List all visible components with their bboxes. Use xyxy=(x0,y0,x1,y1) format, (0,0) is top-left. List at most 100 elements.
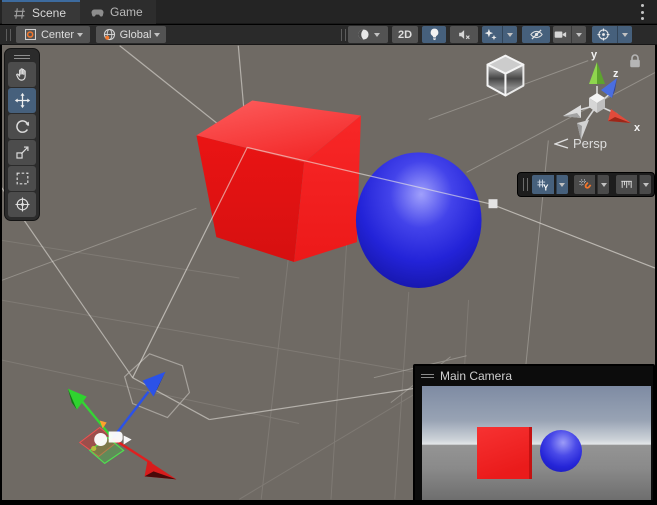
hidden-objects-toggle[interactable] xyxy=(522,26,550,43)
gizmos-toggle[interactable] xyxy=(592,26,614,43)
tool-hand[interactable] xyxy=(8,62,36,87)
2d-toggle[interactable]: 2D xyxy=(392,26,418,43)
persp-cone-icon xyxy=(554,138,569,149)
svg-text:Y: Y xyxy=(544,183,550,192)
increment-snap-ruler-icon xyxy=(619,177,634,192)
axis-x-cone[interactable] xyxy=(608,109,631,123)
gamepad-icon xyxy=(90,5,105,20)
grid-visibility-caret[interactable] xyxy=(556,175,568,194)
tab-scene[interactable]: Scene xyxy=(2,0,80,24)
light-bulb-icon xyxy=(427,27,442,42)
blue-sphere[interactable] xyxy=(356,152,482,288)
camera-preview-title: Main Camera xyxy=(440,369,512,383)
transform-icon xyxy=(14,196,31,213)
orientation-dropdown[interactable]: Global xyxy=(96,26,166,43)
globe-icon xyxy=(102,27,117,42)
speaker-muted-icon xyxy=(457,27,472,42)
red-cube[interactable] xyxy=(196,101,360,263)
projection-toggle[interactable]: Persp xyxy=(554,136,607,151)
tools-overlay xyxy=(4,48,40,221)
pivot-dropdown[interactable]: Center xyxy=(16,26,90,43)
rect-tool-icon xyxy=(14,170,31,187)
grid-visibility-button[interactable]: Y xyxy=(532,175,553,194)
effects-toggle[interactable] xyxy=(482,26,499,43)
move-gizmo-y-arrow[interactable] xyxy=(68,389,113,439)
axis-label-y: y xyxy=(591,49,598,61)
reflection-probe-gizmo[interactable] xyxy=(488,56,524,96)
scale-icon xyxy=(14,144,31,161)
chevron-down-icon xyxy=(622,33,628,37)
tool-transform[interactable] xyxy=(8,192,36,217)
gizmos-caret[interactable] xyxy=(617,26,632,43)
tab-bar: Scene Game xyxy=(0,0,657,24)
camera-settings-dropdown[interactable] xyxy=(553,26,586,43)
lighting-toggle[interactable] xyxy=(422,26,446,43)
orientation-label: Global xyxy=(120,29,152,41)
chevron-down-icon xyxy=(507,33,513,37)
increment-snap-caret[interactable] xyxy=(639,175,651,194)
preview-red-cube xyxy=(477,427,532,479)
2d-label: 2D xyxy=(398,29,412,41)
grid-snap-overlay: Y xyxy=(517,172,655,197)
axis-label-x: x xyxy=(634,122,641,134)
camera-caret[interactable] xyxy=(571,26,586,43)
tools-drag-handle[interactable] xyxy=(8,52,36,61)
axis-y-cone[interactable] xyxy=(589,62,605,84)
scene-grid-icon xyxy=(12,6,27,21)
tab-game-label: Game xyxy=(110,5,143,19)
scene-toolbar: Center Global 2D xyxy=(0,25,657,45)
eye-slash-icon xyxy=(529,27,544,42)
tool-rotate[interactable] xyxy=(8,114,36,139)
axis-neg-x-cone[interactable] xyxy=(563,105,581,118)
sparkle-effects-icon xyxy=(483,27,498,42)
chevron-down-icon xyxy=(576,33,582,37)
tool-rect[interactable] xyxy=(8,166,36,191)
camera-settings-button[interactable] xyxy=(553,26,568,43)
shaded-sphere-icon xyxy=(356,27,371,42)
axis-label-z: z xyxy=(613,68,619,80)
axis-center-cube[interactable] xyxy=(589,93,605,113)
camera-preview-render xyxy=(422,386,651,500)
kebab-menu-icon[interactable] xyxy=(640,4,644,20)
shading-mode-dropdown[interactable] xyxy=(348,26,388,43)
grid-handle-square[interactable] xyxy=(489,199,498,208)
effects-caret[interactable] xyxy=(502,26,517,43)
rotate-icon xyxy=(14,118,31,135)
tab-game[interactable]: Game xyxy=(80,0,156,24)
tool-move[interactable] xyxy=(8,88,36,113)
toolbar-drag-handle-right[interactable] xyxy=(341,29,346,41)
grid-snapping-button[interactable] xyxy=(574,175,595,194)
pivot-center-icon xyxy=(23,27,38,42)
move-gizmo-x-arrow[interactable] xyxy=(113,438,177,479)
tool-scale[interactable] xyxy=(8,140,36,165)
lock-icon[interactable] xyxy=(628,53,642,69)
preview-drag-handle[interactable] xyxy=(421,374,434,378)
grid-snap-magnet-icon xyxy=(577,177,592,192)
effects-dropdown-toggle[interactable] xyxy=(482,26,517,43)
gizmo-sphere-icon xyxy=(596,27,611,42)
preview-blue-sphere xyxy=(540,430,582,472)
halo-gizmo-icon xyxy=(91,446,96,451)
move-gizmo xyxy=(68,372,177,480)
pivot-label: Center xyxy=(41,29,74,41)
toolbar-drag-handle[interactable] xyxy=(6,29,11,41)
grid-y-icon: Y xyxy=(535,177,550,192)
hand-icon xyxy=(14,66,31,83)
audio-toggle[interactable] xyxy=(450,26,478,43)
gizmos-dropdown-toggle[interactable] xyxy=(592,26,632,43)
camera-preview-panel: Main Camera xyxy=(413,364,655,500)
camera-gizmo-icon[interactable] xyxy=(124,436,132,445)
chevron-down-icon xyxy=(154,33,160,37)
increment-snap-button[interactable] xyxy=(616,175,637,194)
move-icon xyxy=(14,92,31,109)
unity-scene-window: Scene Game Center xyxy=(0,0,657,505)
scene-viewport[interactable]: Y xyxy=(2,45,655,500)
chevron-down-icon xyxy=(77,33,83,37)
tab-scene-label: Scene xyxy=(32,6,66,20)
chevron-down-icon xyxy=(374,33,380,37)
camera-preview-titlebar[interactable]: Main Camera xyxy=(415,366,653,385)
projection-label: Persp xyxy=(573,136,607,151)
grid-snapping-caret[interactable] xyxy=(597,175,609,194)
snap-drag-handle[interactable] xyxy=(523,178,528,191)
video-camera-icon xyxy=(553,27,568,42)
